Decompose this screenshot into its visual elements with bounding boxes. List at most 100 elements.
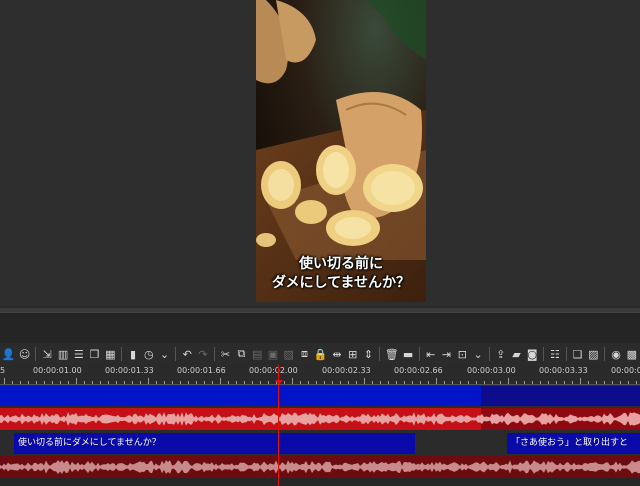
dropdown-icon[interactable]: ⌄ bbox=[158, 346, 171, 362]
settings-icon[interactable]: ☷ bbox=[549, 346, 562, 362]
ruler-tick bbox=[604, 381, 605, 384]
preview-panel: 使い切る前に ダメにしてませんか？ bbox=[0, 0, 640, 306]
grid-icon[interactable]: ▦ bbox=[104, 346, 117, 362]
ruler-tick bbox=[396, 381, 397, 384]
ruler-tick bbox=[180, 381, 181, 384]
playhead-handle[interactable] bbox=[275, 380, 283, 385]
copy-icon[interactable]: ❐ bbox=[88, 346, 101, 362]
ruler-tick bbox=[420, 381, 421, 384]
ruler-tick bbox=[356, 381, 357, 384]
cut-icon[interactable]: ✂ bbox=[219, 346, 232, 362]
delete-icon[interactable]: ▬ bbox=[402, 346, 415, 362]
paste-special-icon[interactable]: ▣ bbox=[267, 346, 280, 362]
video-clip[interactable] bbox=[0, 386, 481, 406]
folder-icon[interactable]: ▰ bbox=[510, 346, 523, 362]
ruler-label: 00:00:01.00 bbox=[33, 366, 82, 375]
ruler-tick bbox=[468, 381, 469, 384]
emoji-icon[interactable]: ☺ bbox=[18, 346, 31, 362]
ruler-tick bbox=[564, 381, 565, 384]
toolbar-separator bbox=[213, 347, 215, 361]
clock-icon[interactable]: ◷ bbox=[142, 346, 155, 362]
ruler-tick bbox=[348, 381, 349, 384]
ruler-tick bbox=[132, 381, 133, 384]
film-icon[interactable]: ▥ bbox=[57, 346, 70, 362]
align-icon[interactable]: ⇕ bbox=[362, 346, 375, 362]
import-icon[interactable]: ⇲ bbox=[41, 346, 54, 362]
ruler-tick bbox=[252, 381, 253, 384]
ruler-tick bbox=[340, 381, 341, 384]
ruler-tick bbox=[428, 381, 429, 384]
ruler-tick bbox=[204, 381, 205, 384]
ruler-tick bbox=[364, 378, 365, 384]
ruler-tick bbox=[124, 381, 125, 384]
ruler-tick bbox=[268, 381, 269, 384]
copy-frame-icon[interactable]: ⧉ bbox=[235, 346, 248, 362]
ruler-tick bbox=[404, 381, 405, 384]
ruler-tick bbox=[476, 381, 477, 384]
user-icon[interactable]: 👤 bbox=[2, 346, 16, 362]
clipboard-icon[interactable]: ▩ bbox=[625, 346, 638, 362]
ruler-label: 00:00:03.33 bbox=[539, 366, 588, 375]
paste-icon[interactable]: ▤ bbox=[251, 346, 264, 362]
ruler-label: 00:00:01.33 bbox=[105, 366, 154, 375]
ruler-tick bbox=[380, 381, 381, 384]
ruler-tick bbox=[484, 381, 485, 384]
ruler-tick bbox=[84, 381, 85, 384]
ruler-tick bbox=[548, 381, 549, 384]
ruler-tick bbox=[164, 381, 165, 384]
ruler-tick bbox=[436, 378, 437, 384]
ruler-tick bbox=[76, 378, 77, 384]
ruler-tick bbox=[556, 381, 557, 384]
ruler-tick bbox=[196, 381, 197, 384]
split-icon[interactable]: ⇹ bbox=[331, 346, 344, 362]
clip-icon[interactable]: ❏ bbox=[571, 346, 584, 362]
lock-icon[interactable]: 🔒 bbox=[314, 346, 328, 362]
ruler-tick bbox=[596, 381, 597, 384]
trim-right-icon[interactable]: ⇥ bbox=[440, 346, 453, 362]
ruler-tick bbox=[588, 381, 589, 384]
ruler-label: 00:00:02.00 bbox=[249, 366, 298, 375]
ruler-tick bbox=[12, 381, 13, 384]
camera-icon[interactable]: ◉ bbox=[610, 346, 623, 362]
grid-menu-icon[interactable]: ⊞ bbox=[346, 346, 359, 362]
ruler-tick bbox=[444, 381, 445, 384]
time-ruler[interactable]: 5 00:00:01.00 00:00:01.33 00:00:01.66 00… bbox=[0, 365, 640, 385]
ruler-label: 00:00:03.66 bbox=[611, 366, 640, 375]
ruler-tick bbox=[332, 381, 333, 384]
ruler-tick bbox=[100, 381, 101, 384]
ruler-tick bbox=[628, 381, 629, 384]
trim-left-icon[interactable]: ⇤ bbox=[424, 346, 437, 362]
list-icon[interactable]: ☰ bbox=[72, 346, 85, 362]
ruler-tick bbox=[172, 381, 173, 384]
ruler-tick bbox=[68, 381, 69, 384]
toolbar-separator bbox=[604, 347, 606, 361]
export-icon[interactable]: ⇪ bbox=[494, 346, 507, 362]
link-icon[interactable]: ⧈ bbox=[298, 346, 311, 362]
timeline-toolbar: 👤 ☺ ⇲ ▥ ☰ ❐ ▦ ▮ ◷ ⌄ ↶ ↷ ✂ ⧉ ▤ ▣ ▧ ⧈ 🔒 ⇹ … bbox=[0, 343, 640, 365]
ruler-tick bbox=[388, 381, 389, 384]
toolbar-separator bbox=[379, 347, 381, 361]
save-file-icon[interactable]: ◙ bbox=[526, 346, 539, 362]
subtitle-clip-1[interactable]: 使い切る前にダメにしてませんか？ bbox=[14, 433, 415, 454]
ruler-tick bbox=[500, 381, 501, 384]
ruler-tick bbox=[188, 381, 189, 384]
video-preview[interactable]: 使い切る前に ダメにしてませんか？ bbox=[256, 0, 426, 302]
snapshot-icon[interactable]: ▨ bbox=[587, 346, 600, 362]
ruler-tick bbox=[412, 381, 413, 384]
fit-icon[interactable]: ⊡ bbox=[456, 346, 469, 362]
save-icon[interactable]: ▮ bbox=[127, 346, 140, 362]
trash-icon[interactable]: 🗑 bbox=[385, 346, 399, 362]
ruler-tick bbox=[524, 381, 525, 384]
ruler-tick bbox=[612, 381, 613, 384]
ruler-tick bbox=[580, 378, 581, 384]
undo-icon[interactable]: ↶ bbox=[181, 346, 194, 362]
ruler-tick bbox=[516, 381, 517, 384]
ruler-tick bbox=[212, 381, 213, 384]
redo-icon[interactable]: ↷ bbox=[197, 346, 210, 362]
subtitle-line-2: ダメにしてませんか？ bbox=[271, 275, 411, 291]
dropdown-icon[interactable]: ⌄ bbox=[472, 346, 485, 362]
ruler-tick bbox=[148, 378, 149, 384]
ruler-tick bbox=[36, 381, 37, 384]
subtitle-clip-2[interactable]: 「さあ使おう」と取り出すと bbox=[507, 433, 640, 454]
crop-icon[interactable]: ▧ bbox=[282, 346, 295, 362]
